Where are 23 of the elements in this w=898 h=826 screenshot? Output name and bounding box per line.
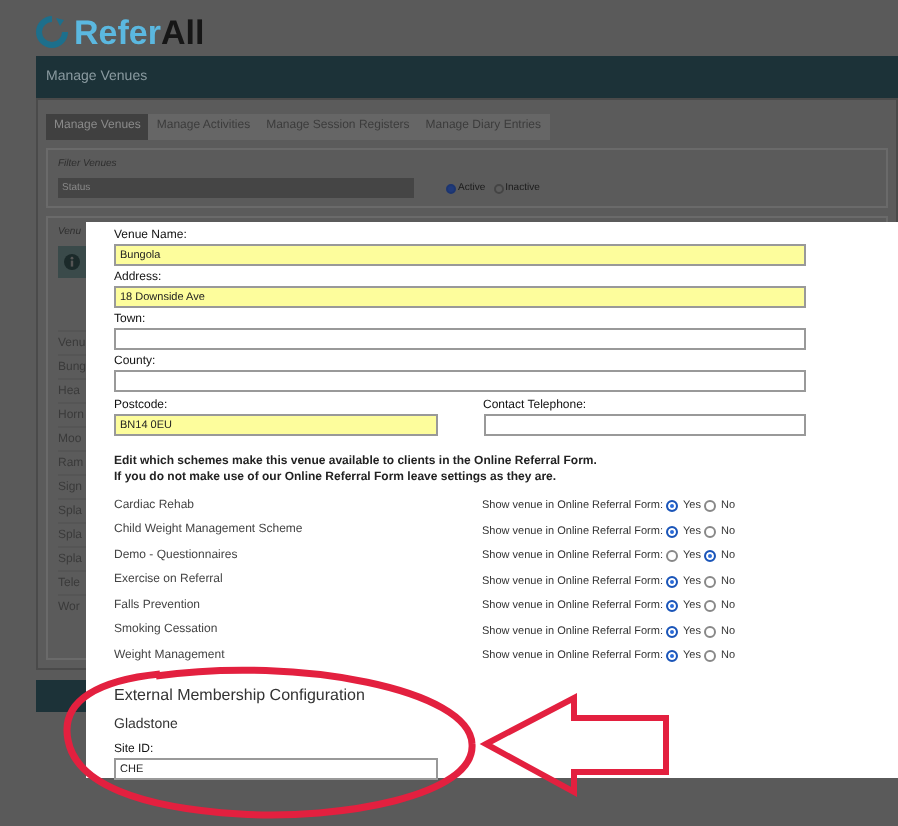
radio-button[interactable] — [666, 550, 679, 563]
text-field[interactable] — [114, 370, 806, 392]
radio-button[interactable] — [666, 600, 679, 613]
info-icon — [58, 246, 86, 278]
logo-icon — [36, 16, 68, 48]
radio-button[interactable] — [666, 500, 679, 513]
radio-button[interactable] — [704, 600, 717, 613]
radio-button[interactable] — [704, 525, 717, 538]
radio-button[interactable] — [666, 525, 679, 538]
section-title: External Membership Configuration — [114, 683, 367, 707]
radio-button[interactable] — [704, 650, 717, 663]
radio-button[interactable] — [666, 625, 679, 638]
radio-button[interactable] — [666, 575, 679, 588]
radio-button[interactable] — [704, 575, 717, 588]
radio-button[interactable] — [446, 183, 456, 193]
logo-text: ReferAll — [74, 15, 205, 49]
radio-button[interactable] — [704, 625, 717, 638]
radio-button[interactable] — [704, 500, 717, 513]
radio-button[interactable] — [493, 183, 504, 193]
radio-button[interactable] — [666, 650, 679, 663]
text-field[interactable] — [483, 414, 806, 436]
text-field[interactable] — [114, 328, 806, 350]
radio-button[interactable] — [704, 550, 717, 563]
